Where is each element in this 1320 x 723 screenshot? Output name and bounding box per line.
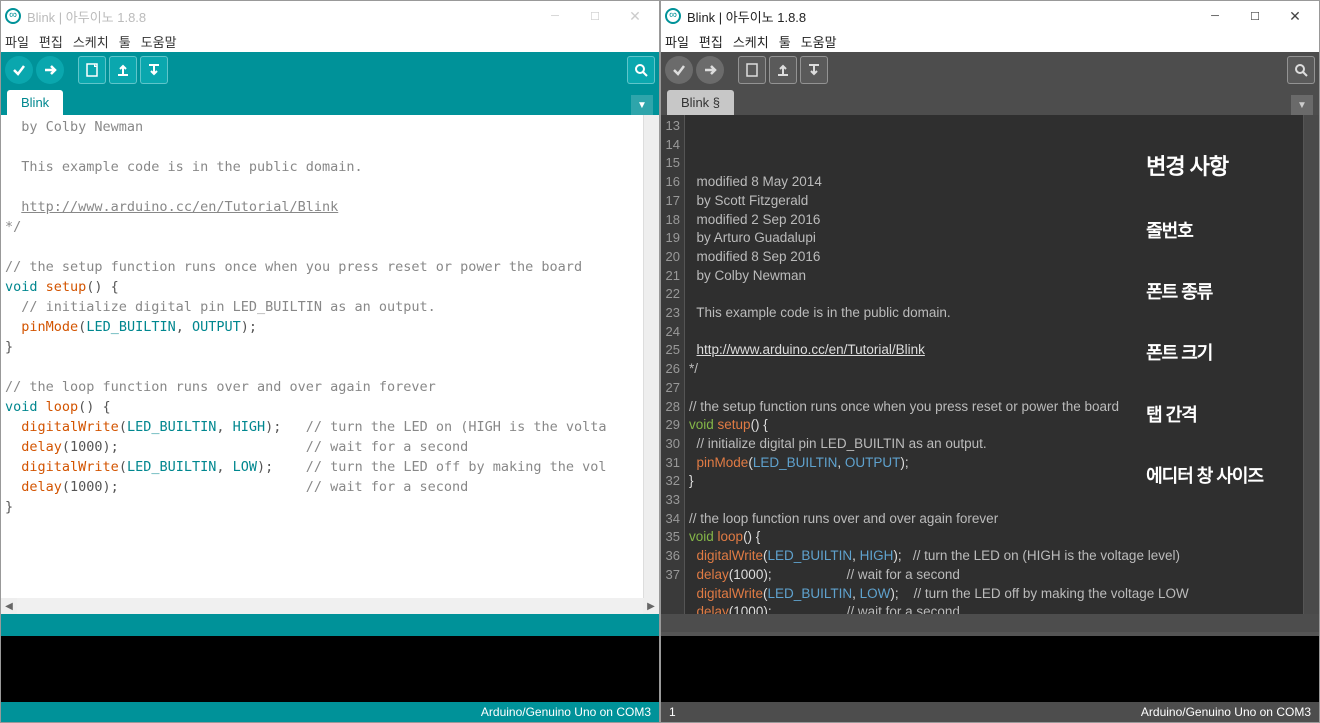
horizontal-scrollbar[interactable]: ◀ ▶ [1, 598, 659, 614]
message-area [661, 614, 1319, 632]
titlebar[interactable]: Blink | 아두이노 1.8.8 ─ ☐ ✕ [1, 1, 659, 31]
tab-blink[interactable]: Blink [7, 90, 63, 115]
vertical-scrollbar[interactable] [1303, 115, 1319, 614]
menu-sketch[interactable]: 스케치 [733, 32, 769, 51]
menu-edit[interactable]: 편집 [699, 32, 723, 51]
status-bar: Arduino/Genuino Uno on COM3 [1, 702, 659, 722]
tab-bar: Blink § ▼ [661, 88, 1319, 115]
app-icon [5, 8, 21, 24]
menu-tools[interactable]: 툴 [779, 32, 791, 51]
open-button[interactable] [109, 56, 137, 84]
tab-blink[interactable]: Blink § [667, 90, 734, 115]
open-button[interactable] [769, 56, 797, 84]
line-number-gutter: 1314151617181920212223242526272829303132… [661, 115, 685, 614]
code-editor[interactable]: 변경 사항 줄번호 폰트 종류 폰트 크기 탭 간격 에디터 창 사이즈 mod… [685, 115, 1303, 614]
minimize-button[interactable]: ─ [535, 2, 575, 30]
arduino-window-light: Blink | 아두이노 1.8.8 ─ ☐ ✕ 파일 편집 스케치 툴 도움말… [0, 0, 660, 723]
toolbar [661, 52, 1319, 88]
upload-button[interactable] [36, 56, 64, 84]
maximize-button[interactable]: ☐ [1235, 2, 1275, 30]
window-title: Blink | 아두이노 1.8.8 [687, 7, 1195, 26]
menu-help[interactable]: 도움말 [801, 32, 837, 51]
editor[interactable]: by Colby Newman This example code is in … [1, 115, 659, 598]
scroll-right-icon[interactable]: ▶ [643, 598, 659, 614]
scroll-left-icon[interactable]: ◀ [1, 598, 17, 614]
app-icon [665, 8, 681, 24]
maximize-button[interactable]: ☐ [575, 2, 615, 30]
message-area [1, 614, 659, 632]
serial-monitor-button[interactable] [627, 56, 655, 84]
save-button[interactable] [140, 56, 168, 84]
board-info: Arduino/Genuino Uno on COM3 [481, 705, 651, 719]
close-button[interactable]: ✕ [615, 2, 655, 30]
toolbar [1, 52, 659, 88]
board-info: Arduino/Genuino Uno on COM3 [1141, 705, 1311, 719]
save-button[interactable] [800, 56, 828, 84]
menu-file[interactable]: 파일 [665, 32, 689, 51]
menu-file[interactable]: 파일 [5, 32, 29, 51]
tab-dropdown[interactable]: ▼ [1291, 95, 1313, 115]
menu-help[interactable]: 도움말 [141, 32, 177, 51]
console [661, 632, 1319, 702]
serial-monitor-button[interactable] [1287, 56, 1315, 84]
arduino-window-dark: Blink | 아두이노 1.8.8 ─ ☐ ✕ 파일 편집 스케치 툴 도움말… [660, 0, 1320, 723]
verify-button[interactable] [5, 56, 33, 84]
tab-bar: Blink ▼ [1, 88, 659, 115]
code-editor[interactable]: by Colby Newman This example code is in … [1, 115, 643, 598]
window-title: Blink | 아두이노 1.8.8 [27, 7, 535, 26]
menu-bar: 파일 편집 스케치 툴 도움말 [661, 31, 1319, 52]
tab-dropdown[interactable]: ▼ [631, 95, 653, 115]
status-bar: 1 Arduino/Genuino Uno on COM3 [661, 702, 1319, 722]
titlebar[interactable]: Blink | 아두이노 1.8.8 ─ ☐ ✕ [661, 1, 1319, 31]
menu-tools[interactable]: 툴 [119, 32, 131, 51]
menu-sketch[interactable]: 스케치 [73, 32, 109, 51]
console [1, 632, 659, 702]
line-indicator: 1 [669, 705, 676, 719]
menu-edit[interactable]: 편집 [39, 32, 63, 51]
new-button[interactable] [78, 56, 106, 84]
vertical-scrollbar[interactable] [643, 115, 659, 598]
upload-button[interactable] [696, 56, 724, 84]
verify-button[interactable] [665, 56, 693, 84]
new-button[interactable] [738, 56, 766, 84]
menu-bar: 파일 편집 스케치 툴 도움말 [1, 31, 659, 52]
editor[interactable]: 1314151617181920212223242526272829303132… [661, 115, 1319, 614]
close-button[interactable]: ✕ [1275, 2, 1315, 30]
minimize-button[interactable]: ─ [1195, 2, 1235, 30]
